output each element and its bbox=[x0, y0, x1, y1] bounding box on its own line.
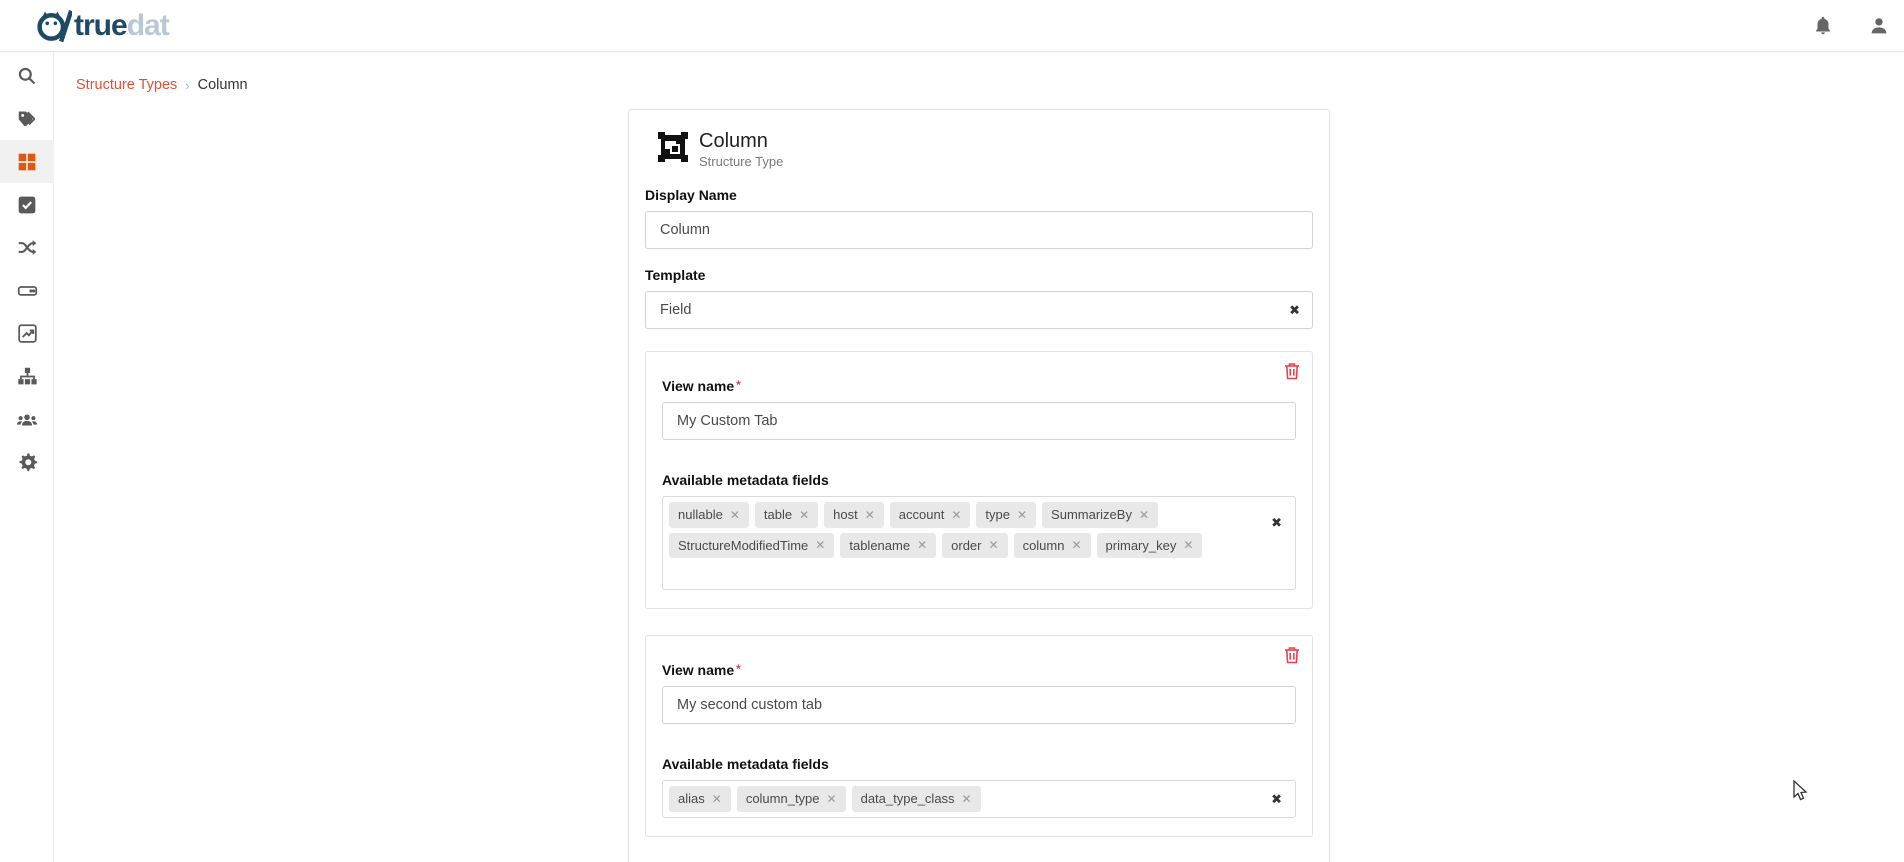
template-label: Template bbox=[645, 267, 1313, 283]
structure-type-card: Column Structure Type Display Name Templ… bbox=[628, 109, 1330, 862]
metadata-fields-multiselect[interactable]: alias ✕ column_type ✕ data_type_class ✕ ✖ bbox=[662, 780, 1296, 818]
breadcrumb-current: Column bbox=[198, 77, 248, 93]
clear-all-tags-icon[interactable]: ✖ bbox=[1271, 516, 1282, 529]
main-content: Structure Types › Column Column Structur… bbox=[54, 52, 1904, 862]
remove-tag-icon[interactable]: ✕ bbox=[827, 792, 837, 806]
left-sidebar bbox=[0, 52, 54, 862]
sidebar-item-search[interactable] bbox=[0, 54, 54, 97]
tag-label: tablename bbox=[849, 538, 910, 554]
remove-tag-icon[interactable]: ✕ bbox=[989, 538, 999, 552]
metadata-fields-label: Available metadata fields bbox=[662, 756, 1296, 772]
remove-tag-icon[interactable]: ✕ bbox=[712, 792, 722, 806]
template-clear-icon[interactable]: ✖ bbox=[1289, 304, 1300, 317]
metadata-field-tag: nullable ✕ bbox=[669, 502, 749, 528]
metadata-field-tag: account ✕ bbox=[890, 502, 971, 528]
tag-label: StructureModifiedTime bbox=[678, 538, 808, 554]
breadcrumb-structure-types-link[interactable]: Structure Types bbox=[76, 77, 177, 93]
logo-wordmark: truedat bbox=[74, 9, 169, 43]
view-name-input[interactable] bbox=[662, 686, 1296, 724]
view-name-input[interactable] bbox=[662, 402, 1296, 440]
metadata-field-tag: StructureModifiedTime ✕ bbox=[669, 533, 834, 559]
metadata-fields-label: Available metadata fields bbox=[662, 472, 1296, 488]
metadata-field-tag: tablename ✕ bbox=[840, 533, 936, 559]
metadata-field-tag: SummarizeBy ✕ bbox=[1042, 502, 1158, 528]
sidebar-item-sources[interactable] bbox=[0, 269, 54, 312]
breadcrumb-separator: › bbox=[185, 78, 189, 93]
display-name-input[interactable] bbox=[645, 211, 1313, 249]
remove-tag-icon[interactable]: ✕ bbox=[799, 508, 809, 522]
metadata-view-card-2: View name* Available metadata fields ali… bbox=[645, 635, 1313, 837]
metadata-field-tag: column_type ✕ bbox=[737, 786, 846, 812]
tag-label: account bbox=[899, 507, 945, 523]
tag-label: column_type bbox=[746, 791, 820, 807]
view-name-label: View name* bbox=[662, 378, 1296, 394]
remove-tag-icon[interactable]: ✕ bbox=[865, 508, 875, 522]
display-name-label: Display Name bbox=[645, 187, 1313, 203]
tag-label: nullable bbox=[678, 507, 723, 523]
tag-label: data_type_class bbox=[861, 791, 955, 807]
sidebar-item-taxonomy[interactable] bbox=[0, 355, 54, 398]
remove-tag-icon[interactable]: ✕ bbox=[962, 792, 972, 806]
sidebar-item-lineage[interactable] bbox=[0, 226, 54, 269]
tag-label: alias bbox=[678, 791, 705, 807]
metadata-field-tag: data_type_class ✕ bbox=[852, 786, 981, 812]
remove-tag-icon[interactable]: ✕ bbox=[815, 538, 825, 552]
sidebar-item-structure-types[interactable] bbox=[0, 140, 54, 183]
metadata-field-tag: alias ✕ bbox=[669, 786, 731, 812]
remove-tag-icon[interactable]: ✕ bbox=[1139, 508, 1149, 522]
structure-type-icon bbox=[657, 131, 689, 168]
sidebar-item-settings[interactable] bbox=[0, 441, 54, 484]
remove-tag-icon[interactable]: ✕ bbox=[951, 508, 961, 522]
view-name-label: View name* bbox=[662, 662, 1296, 678]
sidebar-item-users[interactable] bbox=[0, 398, 54, 441]
metadata-field-tag: column ✕ bbox=[1014, 533, 1091, 559]
delete-view-icon[interactable] bbox=[1284, 646, 1300, 664]
sidebar-item-dashboards[interactable] bbox=[0, 312, 54, 355]
metadata-field-tag: table ✕ bbox=[755, 502, 818, 528]
sidebar-item-tags[interactable] bbox=[0, 97, 54, 140]
top-header: truedat bbox=[0, 0, 1904, 52]
metadata-field-tag: host ✕ bbox=[824, 502, 884, 528]
remove-tag-icon[interactable]: ✕ bbox=[1183, 538, 1193, 552]
tag-label: order bbox=[951, 538, 981, 554]
tag-label: SummarizeBy bbox=[1051, 507, 1132, 523]
tag-label: host bbox=[833, 507, 858, 523]
remove-tag-icon[interactable]: ✕ bbox=[1071, 538, 1081, 552]
truedat-logo[interactable]: truedat bbox=[36, 8, 169, 44]
tag-label: table bbox=[764, 507, 792, 523]
page-title: Column bbox=[699, 130, 783, 152]
clear-all-tags-icon[interactable]: ✖ bbox=[1271, 793, 1282, 806]
breadcrumb: Structure Types › Column bbox=[54, 52, 1904, 93]
metadata-view-card-1: View name* Available metadata fields nul… bbox=[645, 351, 1313, 609]
metadata-field-tag: order ✕ bbox=[942, 533, 1007, 559]
remove-tag-icon[interactable]: ✕ bbox=[730, 508, 740, 522]
sidebar-item-quality[interactable] bbox=[0, 183, 54, 226]
metadata-fields-multiselect[interactable]: nullable✕table✕host✕account✕type✕Summari… bbox=[662, 496, 1296, 590]
tag-label: primary_key bbox=[1106, 538, 1177, 554]
template-select[interactable] bbox=[645, 291, 1313, 329]
tag-label: type bbox=[985, 507, 1010, 523]
tag-label: column bbox=[1023, 538, 1065, 554]
bell-icon[interactable] bbox=[1812, 15, 1834, 37]
owl-logo-icon bbox=[36, 8, 72, 44]
metadata-field-tag: primary_key ✕ bbox=[1097, 533, 1203, 559]
page-subtitle: Structure Type bbox=[699, 154, 783, 169]
metadata-field-tag: type ✕ bbox=[976, 502, 1036, 528]
user-icon[interactable] bbox=[1868, 15, 1890, 37]
delete-view-icon[interactable] bbox=[1284, 362, 1300, 380]
remove-tag-icon[interactable]: ✕ bbox=[917, 538, 927, 552]
remove-tag-icon[interactable]: ✕ bbox=[1017, 508, 1027, 522]
